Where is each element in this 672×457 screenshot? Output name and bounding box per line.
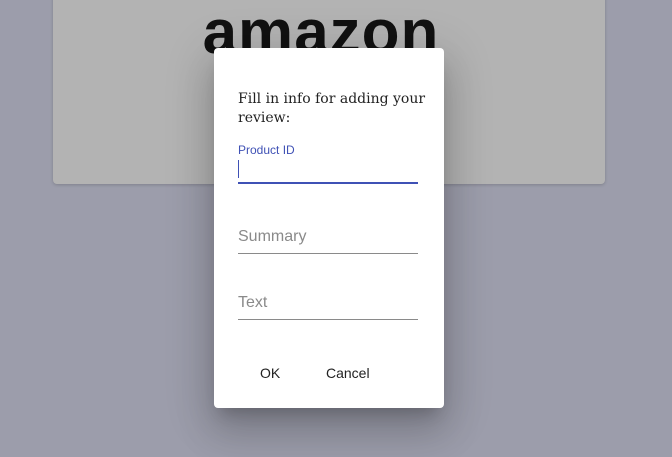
summary-input[interactable]: [238, 226, 418, 248]
page: amazon Fill in info for adding your revi…: [0, 0, 672, 457]
dialog-title: Fill in info for adding your review:: [238, 91, 426, 126]
summary-field[interactable]: Summary: [238, 224, 418, 256]
product-id-label: Product ID: [238, 143, 295, 157]
text-field[interactable]: Text: [238, 290, 418, 322]
text-underline: [238, 319, 418, 320]
ok-button[interactable]: OK: [252, 358, 288, 388]
cancel-button[interactable]: Cancel: [318, 358, 378, 388]
product-id-input[interactable]: [238, 158, 418, 180]
product-id-underline: [238, 182, 418, 184]
summary-underline: [238, 253, 418, 254]
text-input[interactable]: [238, 292, 418, 314]
text-caret: [238, 160, 239, 178]
add-review-dialog: Fill in info for adding your review: Pro…: [214, 48, 444, 408]
product-id-field[interactable]: Product ID: [238, 143, 418, 191]
